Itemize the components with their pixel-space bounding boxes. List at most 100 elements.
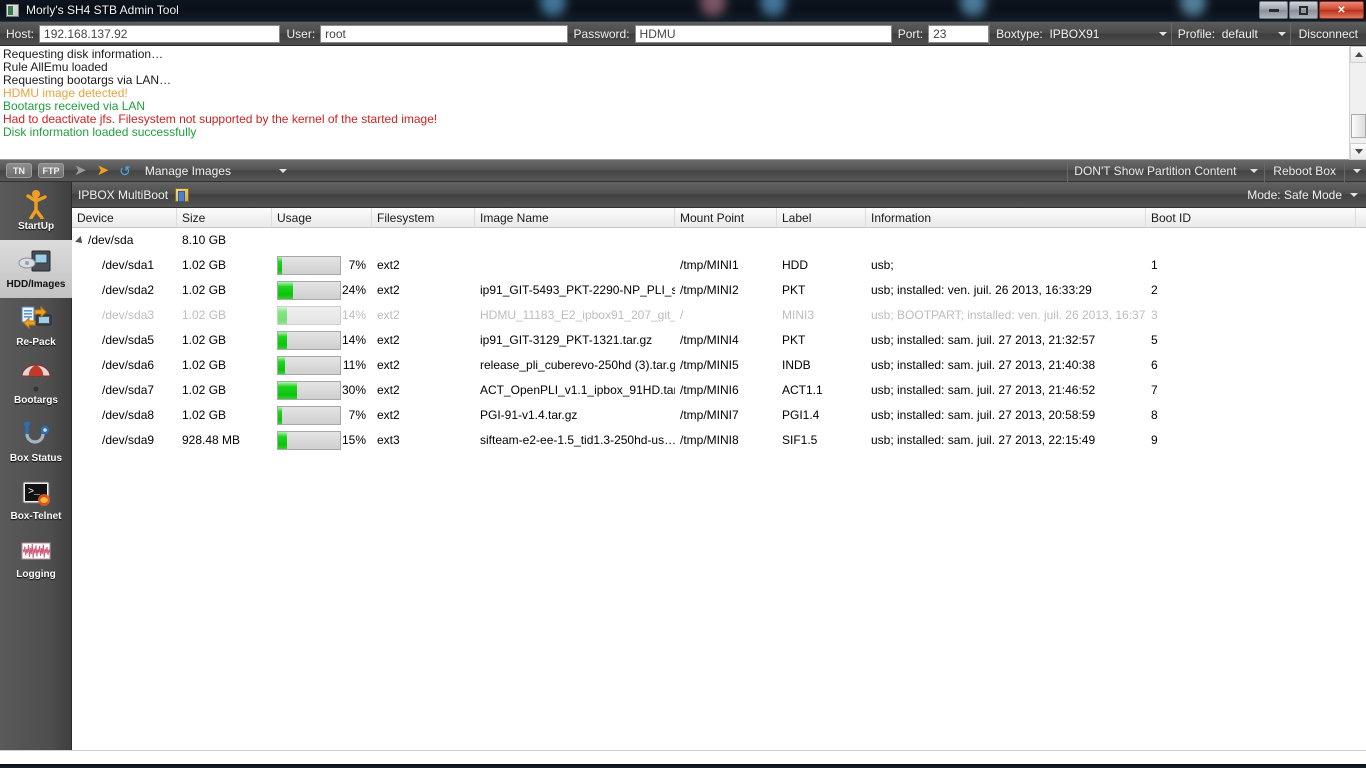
cell-device: /dev/sda9 (102, 433, 155, 447)
table-row[interactable]: /dev/sda1 1.02 GB 7% ext2/tmp/MINI1 HDD usb; 1 (72, 253, 1366, 278)
cell-label: PGI1.4 (782, 408, 820, 422)
profile-select[interactable]: Profile: default (1172, 23, 1290, 45)
cell-usage: 7% (272, 403, 372, 428)
usage-bar (277, 381, 341, 400)
column-header-device[interactable]: Device (72, 207, 177, 228)
password-input[interactable]: HDMU (634, 24, 892, 43)
log-line: Requesting bootargs via LAN… (3, 73, 172, 87)
cell-mount-point: /tmp/MINI1 (680, 258, 739, 272)
usage-bar (277, 256, 341, 275)
triangle-down-icon (1354, 149, 1363, 154)
table-row[interactable]: /dev/sda3 1.02 GB 14% ext2 HDMU_11183_E2_ipb… (72, 303, 1366, 328)
scrollbar-thumb[interactable] (1351, 114, 1366, 138)
parachute-icon (18, 361, 54, 393)
cell-filesystem: ext2 (377, 283, 400, 297)
column-header-filesystem[interactable]: Filesystem (372, 207, 475, 228)
cell-usage: 24% (272, 278, 372, 303)
app-icon (6, 4, 19, 17)
sidebar-item-logging[interactable]: Logging (0, 530, 72, 588)
log-scrollbar[interactable] (1349, 46, 1366, 160)
cell-device-text: /dev/sda (88, 233, 134, 247)
column-header-mount-point[interactable]: Mount Point (675, 207, 777, 228)
usage-bar (277, 306, 341, 325)
user-input[interactable]: root (320, 24, 568, 43)
table-row[interactable]: /dev/sda5 1.02 GB 14% ext2 ip91_GIT-3129_PKT… (72, 328, 1366, 353)
arrow-right-icon[interactable]: ➤ (97, 163, 110, 178)
cell-filesystem: ext2 (377, 308, 400, 322)
terminal-icon: >_ (18, 477, 54, 509)
usage-percent: 15% (341, 433, 366, 447)
chevron-down-icon (1277, 31, 1286, 36)
disconnect-button[interactable]: Disconnect (1291, 27, 1366, 41)
window-title-bar[interactable]: Morly's SH4 STB Admin Tool ✕ (0, 0, 1366, 22)
page-select[interactable] (271, 168, 287, 173)
cell-mount-point: /tmp/MINI5 (680, 358, 739, 372)
chevron-down-icon (278, 168, 287, 173)
tab-ipbox-multiboot[interactable]: IPBOX MultiBoot (78, 188, 168, 202)
usage-percent: 11% (342, 358, 366, 372)
telnet-button[interactable]: TN (6, 163, 32, 178)
cell-boot-id: 5 (1151, 333, 1158, 347)
cell-image-name: ip91_GIT-3129_PKT-1321.tar.gz (480, 333, 653, 347)
sidebar-item-hdd-images[interactable]: HDD/Images (0, 240, 72, 298)
mode-select[interactable]: Mode: Safe Mode (1247, 188, 1366, 202)
hdd-icon (18, 245, 54, 277)
navigation-toolbar: TN FTP ➤ ➤ ↺ Manage Images DON'T Show Pa… (0, 159, 1366, 182)
table-row[interactable]: /dev/sda6 1.02 GB 11% ext2 release_pli_cuber… (72, 353, 1366, 378)
cell-size: 1.02 GB (182, 258, 227, 272)
close-button[interactable]: ✕ (1319, 1, 1364, 19)
cell-filesystem: ext2 (377, 408, 400, 422)
column-header-size[interactable]: Size (177, 207, 272, 228)
sidebar-item-label: Box-Telnet (10, 511, 62, 522)
cell-size: 1.02 GB (182, 333, 227, 347)
partition-table: Device Size Usage Filesystem Image Name Mount… (72, 207, 1366, 750)
expander-icon[interactable] (75, 235, 85, 246)
overflow-chevron-icon[interactable] (1353, 168, 1361, 173)
window-controls: ✕ (1259, 1, 1364, 19)
usage-bar-fill (278, 432, 288, 449)
table-row[interactable]: /dev/sda7 1.02 GB 30% ext2 ACT_OpenPLI_v1.1_… (72, 378, 1366, 403)
cell-usage: 30% (272, 378, 372, 403)
scroll-down-button[interactable] (1350, 143, 1366, 160)
column-header-information[interactable]: Information (866, 207, 1146, 228)
sidebar-item-box-status[interactable]: Box Status (0, 414, 72, 472)
table-row[interactable]: /dev/sda2 1.02 GB 24% ext2 ip91_GIT-5493_PKT… (72, 278, 1366, 303)
cell-size: 1.02 GB (182, 308, 227, 322)
log-line: Had to deactivate jfs. Filesystem not su… (3, 112, 438, 126)
sidebar-item-box-telnet[interactable]: >_ Box-Telnet (0, 472, 72, 530)
column-header-usage[interactable]: Usage (272, 207, 372, 228)
usage-bar (277, 281, 341, 300)
host-input[interactable]: 192.168.137.92 (39, 24, 281, 43)
tab-bar: IPBOX MultiBoot Mode: Safe Mode (72, 182, 1366, 208)
boxtype-select[interactable]: Boxtype: IPBOX91 (990, 23, 1171, 45)
column-header-label[interactable]: Label (777, 207, 866, 228)
sidebar-item-startup[interactable]: StartUp (0, 182, 72, 240)
sidebar-item-bootargs[interactable]: Bootargs (0, 356, 72, 414)
table-row[interactable]: /dev/sda8 1.02 GB 7% ext2 PGI-91-v1.4.tar.gz… (72, 403, 1366, 428)
ftp-button[interactable]: FTP (38, 163, 64, 178)
partition-content-select[interactable]: DON'T Show Partition Content (1068, 164, 1264, 178)
reboot-box-button[interactable]: Reboot Box (1265, 164, 1344, 178)
sidebar-item-label: Logging (16, 569, 56, 580)
table-row[interactable]: /dev/sda9 928.48 MB 15% ext3 sifteam-e2-ee-1… (72, 428, 1366, 453)
usage-bar-fill (278, 407, 283, 424)
table-row[interactable]: /dev/sda 8.10 GB (72, 228, 1366, 253)
sidebar: StartUp HDD/Images Re-Pack Bootargs Box Stat… (0, 182, 72, 750)
cell-size: 1.02 GB (182, 408, 227, 422)
chevron-down-icon (1250, 168, 1259, 173)
restore-button[interactable] (1289, 1, 1318, 19)
port-input[interactable]: 23 (928, 24, 990, 43)
scroll-up-button[interactable] (1350, 46, 1366, 63)
column-header-boot-id[interactable]: Boot ID (1146, 207, 1356, 228)
sidebar-item-re-pack[interactable]: Re-Pack (0, 298, 72, 356)
user-label: User: (286, 26, 316, 41)
table-header-row: Device Size Usage Filesystem Image Name Mount… (72, 207, 1366, 228)
minimize-button[interactable] (1259, 1, 1288, 19)
refresh-icon[interactable]: ↺ (119, 164, 131, 178)
log-lines: Requesting disk information… Rule AllEmu … (3, 48, 1346, 139)
cell-mount-point: /tmp/MINI2 (680, 283, 739, 297)
usage-bar (277, 431, 341, 450)
column-header-image-name[interactable]: Image Name (475, 207, 675, 228)
arrow-left-icon[interactable]: ➤ (74, 163, 87, 178)
cell-image-name (475, 228, 675, 253)
